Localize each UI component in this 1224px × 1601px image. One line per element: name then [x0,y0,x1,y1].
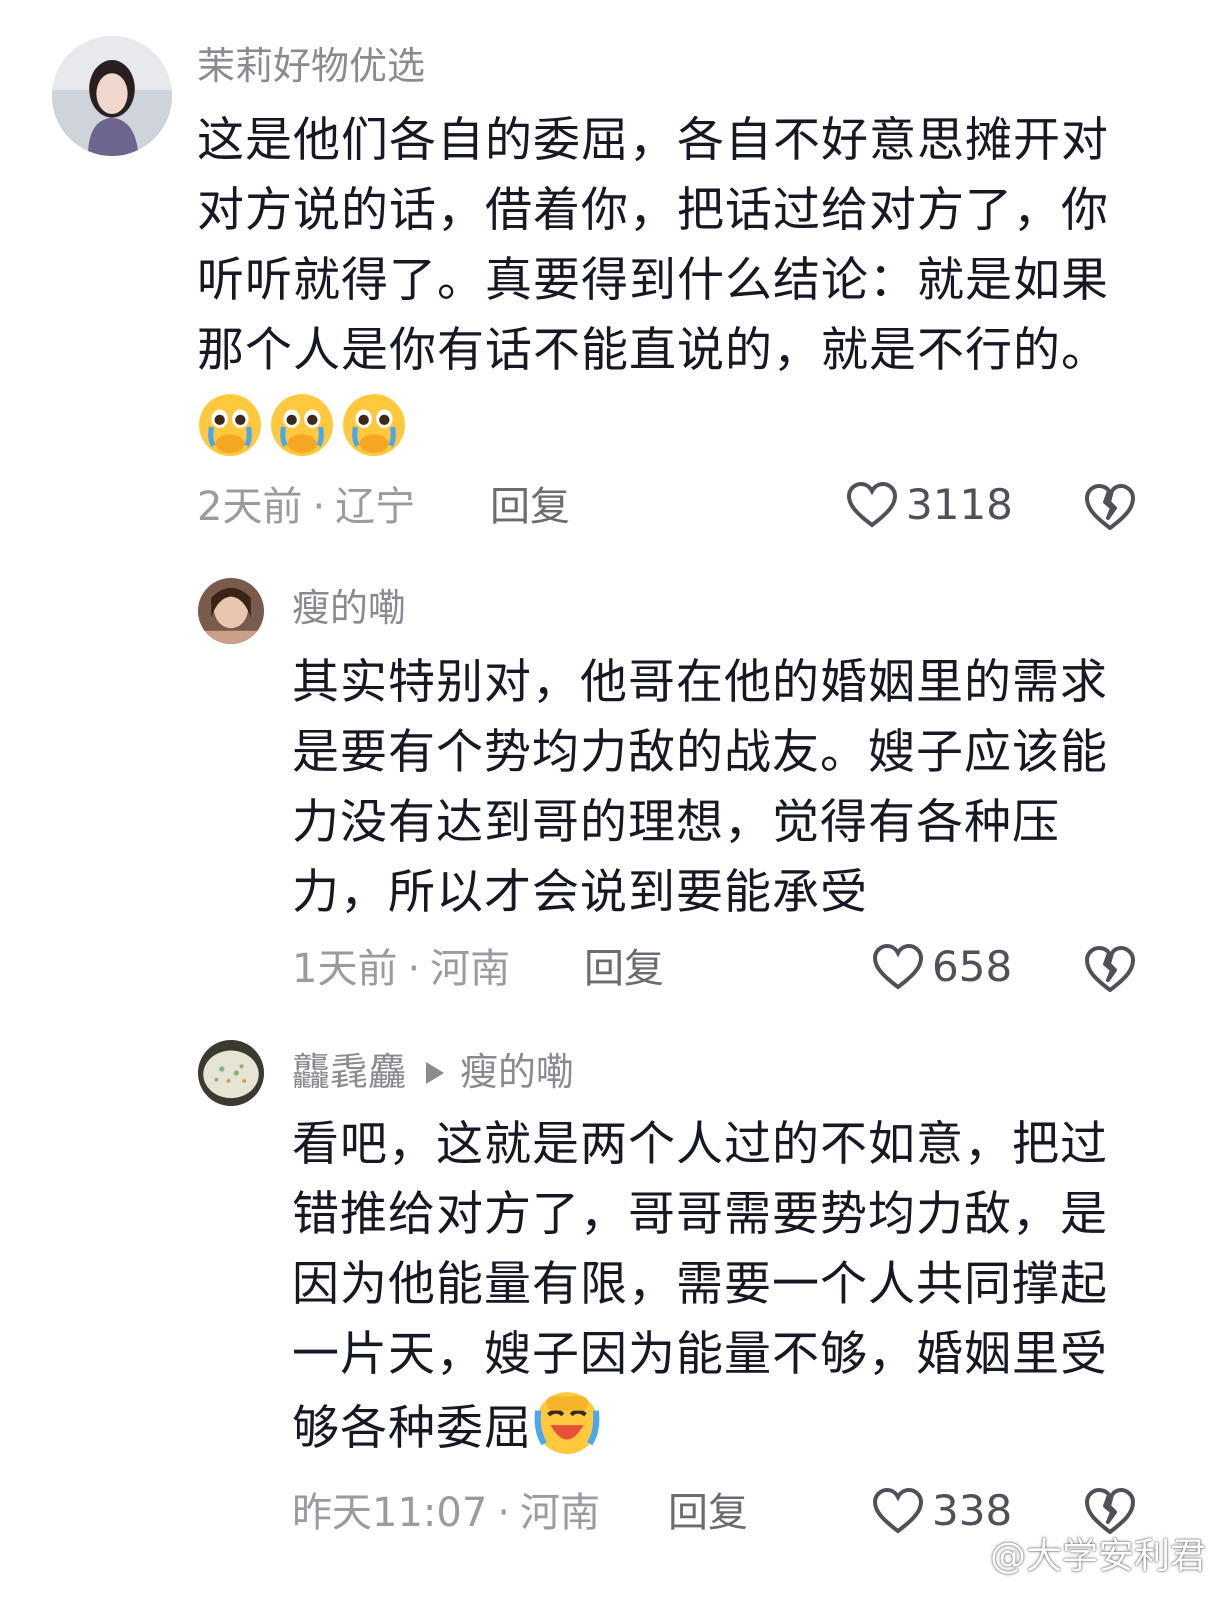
avatar[interactable] [52,36,172,156]
reply-button[interactable]: 回复 [490,482,570,532]
watermark: @大学安利君 [932,1527,1206,1579]
heart-icon [872,943,924,990]
avatar[interactable] [198,578,264,644]
reply-button[interactable]: 回复 [668,1488,748,1538]
emoji-row [197,392,407,458]
comment-meta: 2天前 · 辽宁 [197,482,415,532]
avatar[interactable] [198,1040,264,1106]
crying-face-emoji [343,394,405,456]
separator-dot: · [312,484,326,530]
comment-username: 龘毳麤 瘦的嘞 [292,1048,574,1096]
heart-icon [846,481,898,528]
broken-heart-icon[interactable] [1084,944,1136,994]
comment-text: 这是他们各自的委屈，各自不好意思摊开对对方说的话，借着你，把话过给对方了，你听听… [197,113,1109,378]
comment-location: 河南 [520,1490,600,1536]
laughing-crying-emoji [534,1392,600,1454]
weibo-logo-icon [934,1537,984,1572]
comment-text: 其实特别对，他哥在他的婚姻里的需求是要有个势均力敌的战友。嫂子应该能力没有达到哥… [292,655,1108,920]
reply-button[interactable]: 回复 [584,944,664,994]
comment-time: 1天前 [292,946,398,992]
broken-heart-icon[interactable] [1084,482,1136,532]
comment-time: 昨天11:07 [292,1490,488,1536]
watermark-text: @大学安利君 [989,1536,1206,1577]
heart-icon [872,1487,924,1534]
crying-face-emoji [271,394,333,456]
separator-dot: · [497,1490,510,1536]
like-count: 3118 [906,480,1013,529]
reply-arrow-icon [426,1061,445,1084]
reply-to-username[interactable]: 瘦的嘞 [460,1050,574,1094]
username[interactable]: 龘毳麤 [292,1050,406,1094]
like-button[interactable]: 3118 [846,480,1013,530]
like-count: 658 [932,942,1013,991]
comment-text-content: 看吧，这就是两个人过的不如意，把过错推给对方了，哥哥需要势均力敌，是因为他能量有… [292,1117,1108,1456]
comment-meta: 1天前 · 河南 [292,944,510,994]
comment-location: 河南 [430,946,511,992]
comment-username[interactable]: 瘦的嘞 [292,584,406,632]
comment-location: 辽宁 [335,484,416,530]
crying-face-emoji [199,394,261,456]
like-button[interactable]: 658 [872,942,1012,992]
comment-text: 看吧，这就是两个人过的不如意，把过错推给对方了，哥哥需要势均力敌，是因为他能量有… [292,1110,1137,1464]
comment-username[interactable]: 茉莉好物优选 [197,42,425,90]
comment-time: 2天前 [197,484,303,530]
comment-meta: 昨天11:07 · 河南 [292,1488,600,1538]
separator-dot: · [407,946,421,992]
